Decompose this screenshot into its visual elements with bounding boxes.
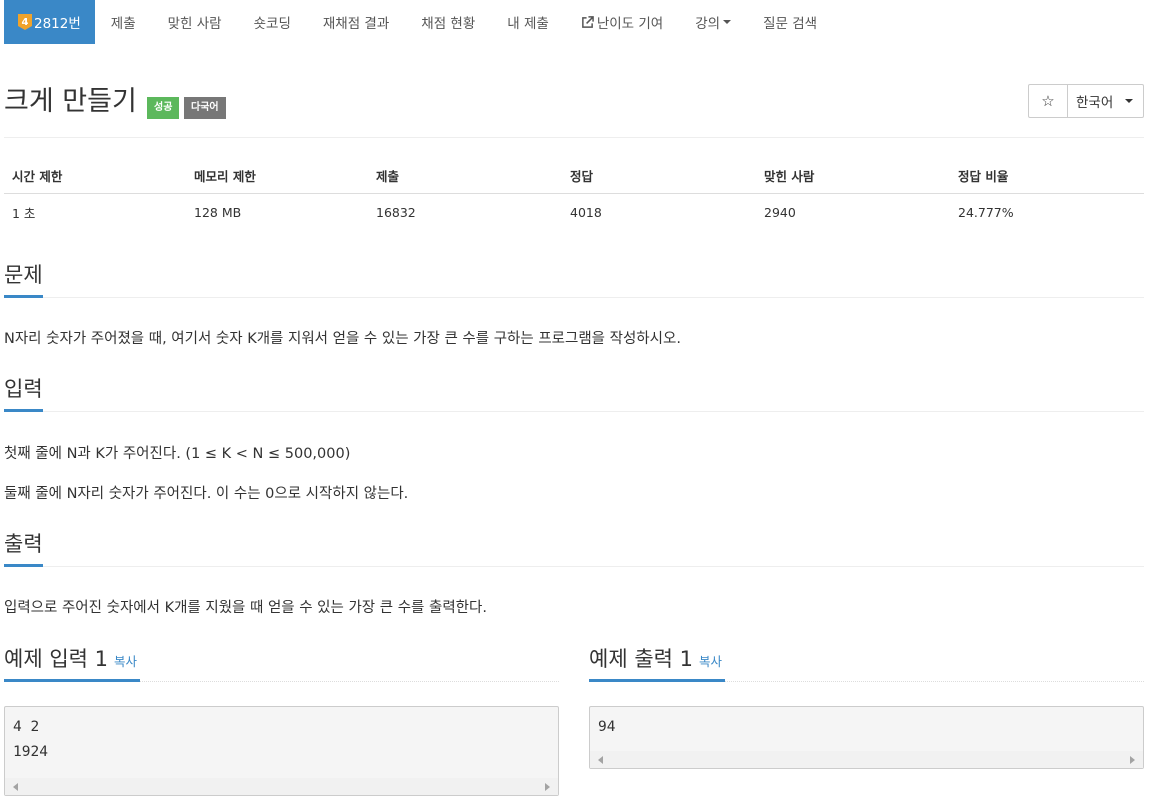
sample-output-heading: 예제 출력 1 복사 bbox=[589, 645, 726, 682]
header-solved-users: 맞힌 사람 bbox=[756, 158, 950, 194]
cell-accepted: 4018 bbox=[570, 204, 602, 220]
cell-time-limit: 1 초 bbox=[12, 205, 36, 221]
header-memory-limit: 메모리 제한 bbox=[186, 158, 368, 194]
language-select[interactable]: 한국어 bbox=[1068, 85, 1143, 117]
input-description-1: 첫째 줄에 N과 K가 주어진다. (1 ≤ K < N ≤ 500,000) bbox=[4, 446, 351, 462]
problem-info-table: 시간 제한 메모리 제한 제출 정답 맞힌 사람 정답 비율 1 초 128 M… bbox=[4, 158, 1144, 231]
horizontal-scrollbar[interactable] bbox=[590, 751, 1143, 768]
scroll-left-arrow-icon[interactable] bbox=[598, 756, 603, 764]
nav-status[interactable]: 채점 현황 bbox=[405, 0, 491, 44]
sample-output-header: 예제 출력 1 복사 bbox=[589, 645, 1144, 682]
copy-sample-output-link[interactable]: 복사 bbox=[699, 654, 722, 669]
star-icon: ☆ bbox=[1041, 92, 1055, 110]
problem-section-header: 문제 bbox=[4, 262, 1144, 298]
table-header-row: 시간 제한 메모리 제한 제출 정답 맞힌 사람 정답 비율 bbox=[4, 158, 1144, 194]
sample-input-heading: 예제 입력 1 복사 bbox=[4, 645, 141, 682]
nav-difficulty-label: 난이도 기여 bbox=[596, 16, 664, 32]
tier-badge-icon: 4 bbox=[18, 14, 32, 30]
header-accepted: 정답 bbox=[562, 158, 756, 194]
status-badge-multilang: 다국어 bbox=[184, 97, 226, 119]
nav-difficulty-contribution[interactable]: 난이도 기여 bbox=[565, 0, 679, 44]
nav-my-submissions[interactable]: 내 제출 bbox=[491, 0, 565, 44]
title-actions: ☆ 한국어 bbox=[1028, 84, 1144, 118]
sample-input-content: 4 2 1924 bbox=[13, 719, 48, 760]
output-heading: 출력 bbox=[4, 531, 43, 567]
input-section-header: 입력 bbox=[4, 376, 1144, 412]
output-section-header: 출력 bbox=[4, 531, 1144, 567]
input-description-2: 둘째 줄에 N자리 숫자가 주어진다. 이 수는 0으로 시작하지 않는다. bbox=[4, 486, 409, 502]
chevron-down-icon bbox=[723, 20, 732, 24]
sample-output-content: 94 bbox=[598, 719, 616, 735]
nav-submit[interactable]: 제출 bbox=[95, 0, 152, 44]
nav-question-search[interactable]: 질문 검색 bbox=[747, 0, 833, 44]
nav-rejudge-results[interactable]: 재채점 결과 bbox=[307, 0, 405, 44]
output-description: 입력으로 주어진 숫자에서 K개를 지웠을 때 얻을 수 있는 가장 큰 수를 … bbox=[4, 600, 487, 616]
page-title: 크게 만들기 bbox=[4, 86, 137, 117]
problem-nav: 4 2812번 제출 맞힌 사람 숏코딩 재채점 결과 채점 현황 내 제출 난… bbox=[0, 0, 1149, 44]
chevron-down-icon bbox=[1125, 99, 1134, 103]
sample-input-header: 예제 입력 1 복사 bbox=[4, 645, 559, 682]
title-row: 크게 만들기 성공 다국어 ☆ 한국어 bbox=[4, 84, 1144, 138]
nav-problem-number[interactable]: 4 2812번 bbox=[4, 0, 95, 44]
sample-input-box[interactable]: 4 2 1924 bbox=[4, 706, 559, 796]
sample-output-box[interactable]: 94 bbox=[589, 706, 1144, 769]
header-accept-ratio: 정답 비율 bbox=[950, 158, 1144, 194]
nav-lectures-label: 강의 bbox=[695, 16, 721, 32]
cell-solved-users: 2940 bbox=[764, 204, 796, 220]
copy-sample-input-link[interactable]: 복사 bbox=[114, 654, 137, 669]
scroll-right-arrow-icon[interactable] bbox=[545, 783, 550, 791]
nav-lectures-dropdown[interactable]: 강의 bbox=[679, 0, 747, 44]
horizontal-scrollbar[interactable] bbox=[5, 778, 558, 795]
problem-number-label: 2812번 bbox=[34, 16, 81, 32]
nav-short-coding[interactable]: 숏코딩 bbox=[238, 0, 307, 44]
nav-solved-users[interactable]: 맞힌 사람 bbox=[152, 0, 238, 44]
external-link-icon bbox=[581, 15, 594, 28]
cell-submissions: 16832 bbox=[376, 204, 416, 220]
sample-output-title: 예제 출력 1 bbox=[589, 647, 693, 671]
scroll-left-arrow-icon[interactable] bbox=[13, 783, 18, 791]
scroll-right-arrow-icon[interactable] bbox=[1130, 756, 1135, 764]
star-button[interactable]: ☆ bbox=[1029, 85, 1068, 117]
header-time-limit: 시간 제한 bbox=[4, 158, 186, 194]
status-badge-success: 성공 bbox=[147, 97, 180, 119]
header-submissions: 제출 bbox=[368, 158, 562, 194]
cell-memory-limit: 128 MB bbox=[194, 204, 242, 220]
problem-heading: 문제 bbox=[4, 262, 43, 298]
language-label: 한국어 bbox=[1076, 95, 1114, 111]
input-heading: 입력 bbox=[4, 376, 43, 412]
problem-description: N자리 숫자가 주어졌을 때, 여기서 숫자 K개를 지워서 얻을 수 있는 가… bbox=[4, 331, 681, 347]
table-row: 1 초 128 MB 16832 4018 2940 24.777% bbox=[4, 193, 1144, 231]
cell-accept-ratio: 24.777% bbox=[958, 204, 1014, 220]
sample-input-title: 예제 입력 1 bbox=[4, 647, 108, 671]
